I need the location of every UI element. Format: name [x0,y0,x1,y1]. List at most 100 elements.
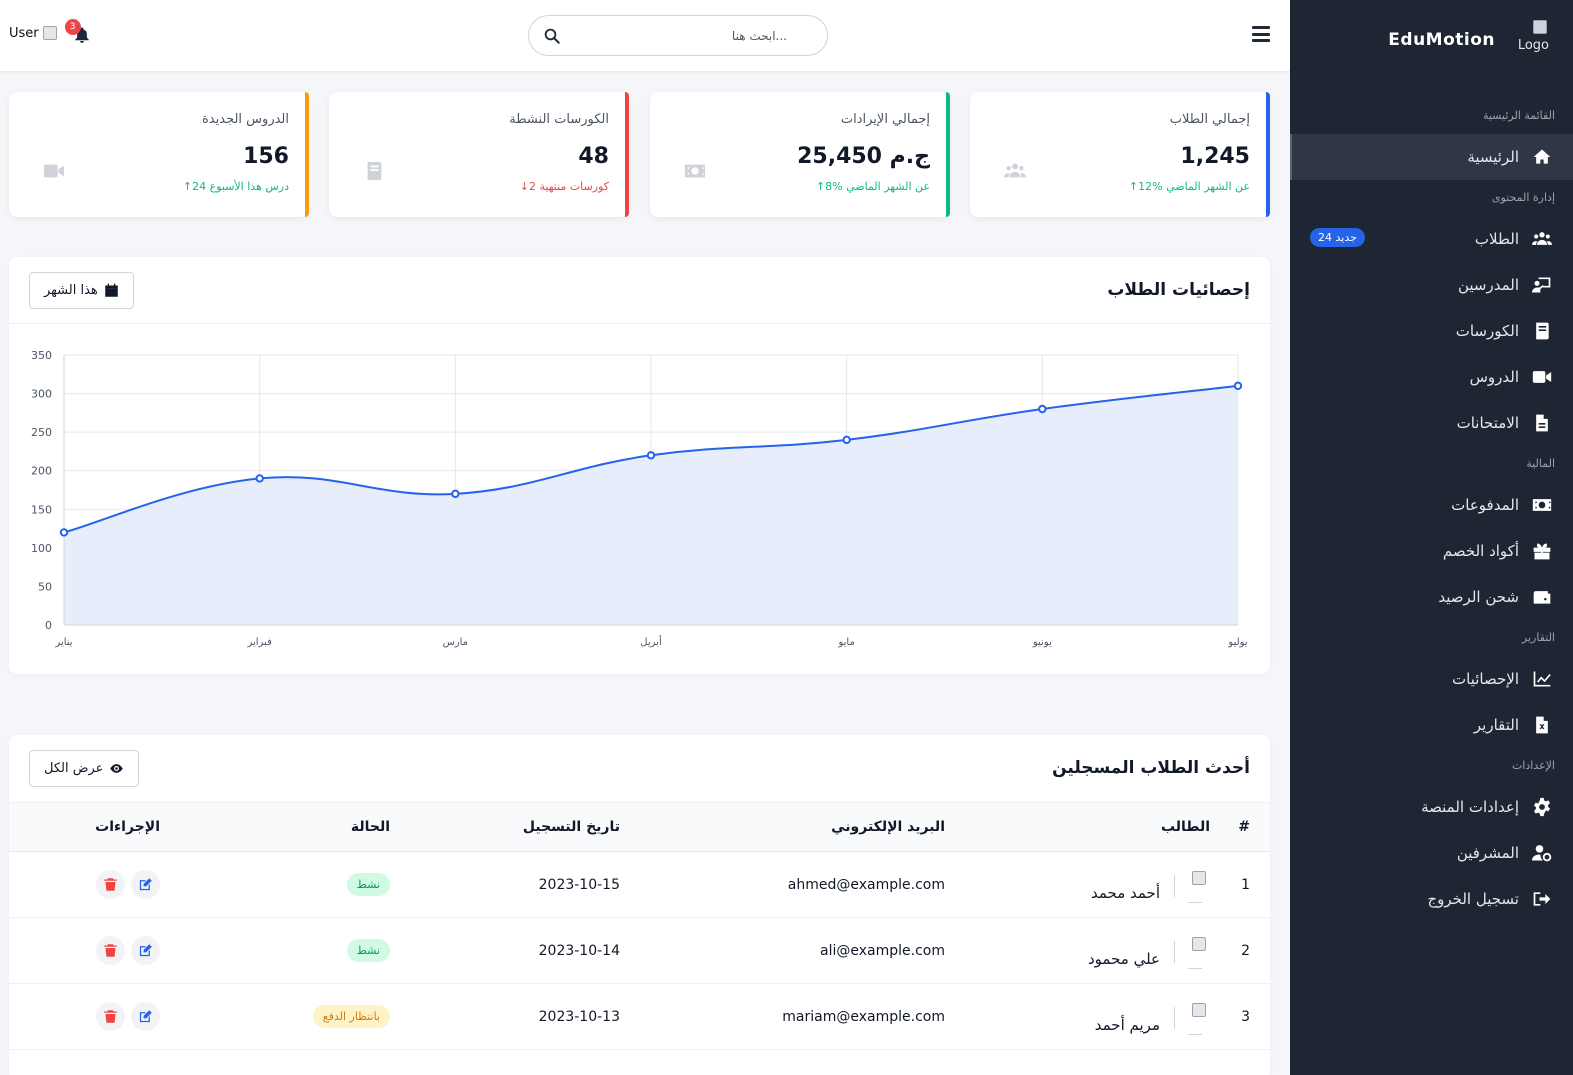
logout-icon [1531,888,1553,910]
edit-button[interactable] [131,936,160,965]
sidebar-item-students[interactable]: 24 جديد الطلاب [1290,216,1573,262]
edit-button[interactable] [131,870,160,899]
sidebar-item-exams[interactable]: الامتحانات [1290,400,1573,446]
data-point [1233,381,1243,391]
card-note-text: 12% عن الشهر الماضي [1138,180,1250,193]
sidebar-item-label: إعدادات المنصة [1421,798,1519,816]
money-icon [682,160,708,182]
logo: Logo [1513,20,1549,60]
delete-button[interactable] [96,870,125,899]
search-input[interactable] [567,16,787,55]
sidebar-brand[interactable]: EduMotion Logo [1290,0,1573,80]
col-actions: الإجراءات [95,819,160,835]
sidebar-item-label: الدروس [1469,368,1519,386]
sidebar-item-label: الرئيسية [1467,148,1519,166]
stat-card-students: إجمالي الطلاب 1,245 ↑12% عن الشهر الماضي [970,92,1270,217]
user-area[interactable]: User 3 [9,19,91,44]
sidebar-item-coupons[interactable]: أكواد الخصم [1290,528,1573,574]
card-title: إجمالي الطلاب [1169,112,1250,127]
menu-toggle-icon[interactable] [1252,26,1270,42]
sidebar-item-lessons[interactable]: الدروس [1290,354,1573,400]
gift-icon [1531,540,1553,562]
search-icon[interactable] [543,27,561,45]
table-row: 2 علي محمود ali@example.com 2023-10-14 ن… [9,918,1270,984]
trash-icon [104,1010,117,1023]
y-tick-label: 50 [38,580,52,593]
view-all-button[interactable]: عرض الكل [29,750,140,787]
sidebar-item-admins[interactable]: المشرفين [1290,830,1573,876]
sidebar-item-label: الكورسات [1455,322,1519,340]
data-point [59,528,69,537]
wallet-icon [1531,586,1553,608]
search-box [528,15,828,56]
y-tick-label: 200 [31,465,52,478]
student-name: أحمد محمد [1090,883,1160,902]
sidebar-item-label: تسجيل الخروج [1427,890,1519,908]
user-gear-icon [1531,842,1553,864]
sidebar-item-label: التقارير [1473,716,1519,734]
period-filter-button[interactable]: هذا الشهر [29,272,134,309]
sidebar-item-label: المدرسين [1457,276,1519,294]
trend-up-arrow-icon: ↑ [182,180,193,193]
card-note-text: 8% عن الشهر الماضي [825,180,930,193]
sidebar-item-platform-settings[interactable]: إعدادات المنصة [1290,784,1573,830]
student-cell: مريم أحمد [945,984,1210,1050]
card-accent-bar [1266,92,1270,217]
delete-button[interactable] [96,1002,125,1031]
file-text-icon [1531,412,1553,434]
sidebar-item-teachers[interactable]: المدرسين [1290,262,1573,308]
gear-icon [1531,796,1553,818]
y-tick-label: 250 [31,426,52,439]
chart-panel-header: إحصائيات الطلاب هذا الشهر [9,257,1270,324]
y-tick-label: 150 [31,503,52,516]
row-number: 2 [1241,942,1250,959]
delete-button[interactable] [96,936,125,965]
recent-students-panel: أحدث الطلاب المسجلين عرض الكل # الطالب ا… [9,735,1270,1075]
notification-bell[interactable]: 3 [64,19,91,44]
sidebar-item-reports[interactable]: التقارير [1290,702,1573,748]
sidebar-item-label: شحن الرصيد [1438,588,1519,606]
trash-icon [104,878,117,891]
actions-cell [9,918,160,984]
section-reports: التقارير [1521,631,1555,644]
sidebar-item-logout[interactable]: تسجيل الخروج [1290,876,1573,922]
trend-down-arrow-icon: ↓ [519,180,530,193]
table-panel-title: أحدث الطلاب المسجلين [1052,758,1250,778]
edit-button[interactable] [131,1002,160,1031]
x-tick-label: يونيو [1032,637,1052,648]
card-accent-bar [305,92,309,217]
sidebar-item-home[interactable]: الرئيسية [1290,134,1573,180]
logo-alt-text: Logo [1517,38,1549,53]
home-icon [1531,146,1553,168]
users-icon [1531,228,1553,250]
table-panel-header: أحدث الطلاب المسجلين عرض الكل [9,735,1270,802]
edit-icon [139,878,152,891]
money-icon [1531,494,1553,516]
registration-date: 2023-10-13 [538,1008,620,1025]
table-row: 3 مريم أحمد mariam@example.com 2023-10-1… [9,984,1270,1050]
card-title: إجمالي الإيرادات [840,112,930,127]
sidebar-item-courses[interactable]: الكورسات [1290,308,1573,354]
brand-name: EduMotion [1388,30,1495,50]
card-title: الدروس الجديدة [202,112,289,127]
student-email: ahmed@example.com [787,876,945,893]
sidebar-item-topup[interactable]: شحن الرصيد [1290,574,1573,620]
col-email: البريد الإلكتروني [831,819,945,835]
card-value: 1,245 [1180,144,1250,169]
students-new-badge: 24 جديد [1310,228,1365,247]
x-tick-label: يناير [54,637,72,648]
data-point [646,451,656,460]
chart-panel: إحصائيات الطلاب هذا الشهر 0 50 100 150 200 25… [9,257,1270,674]
sidebar-item-payments[interactable]: المدفوعات [1290,482,1573,528]
stat-card-revenue: إجمالي الإيرادات 25,450 ج.م ↑8% عن الشهر… [650,92,950,217]
data-point [255,474,264,483]
card-value: 25,450 ج.م [797,144,930,169]
section-settings: الإعدادات [1511,759,1555,772]
sidebar-item-stats[interactable]: الإحصائيات [1290,656,1573,702]
student-name: مريم أحمد [1094,1015,1160,1034]
status-cell: بانتظار الدفع [160,984,390,1050]
y-tick-label: 300 [31,388,52,401]
student-email: mariam@example.com [782,1008,945,1025]
edit-icon [139,1010,152,1023]
card-title: الكورسات النشطة [509,112,609,127]
